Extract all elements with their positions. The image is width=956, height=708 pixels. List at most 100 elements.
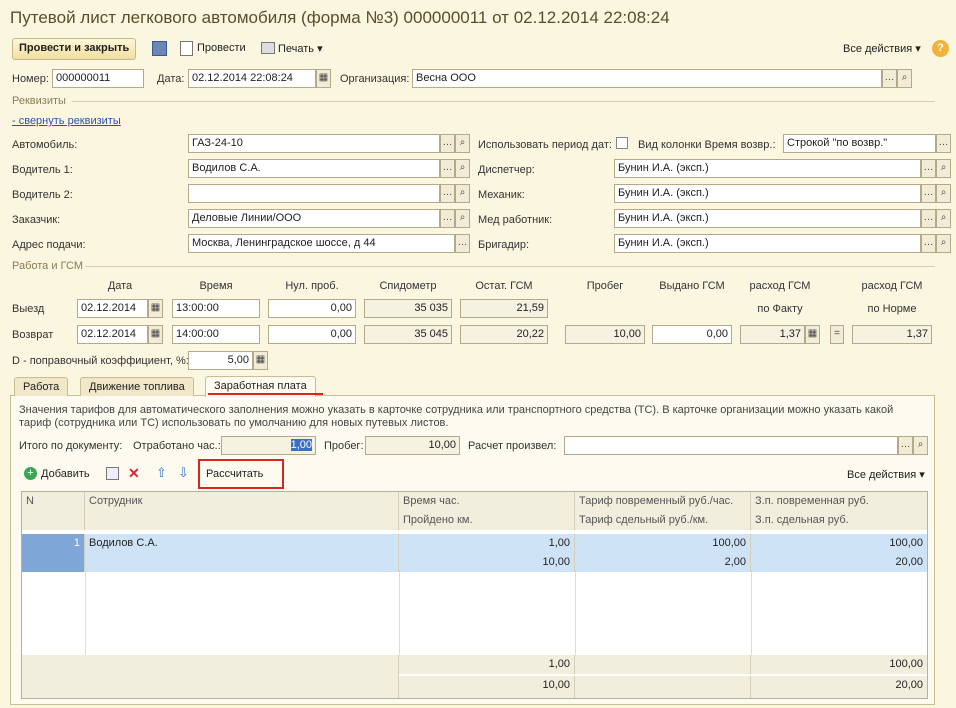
col-issued-header: Выдано ГСМ [659,280,725,292]
out-date-field[interactable]: 02.12.2014 [77,299,148,318]
arrow-up-icon[interactable]: ⇧ [156,465,167,481]
col-view-select-icon[interactable]: … [936,134,951,153]
out-speedo-field[interactable]: 35 035 [364,299,452,318]
row-pay2[interactable]: 20,00 [751,553,927,572]
collapse-requisites-link[interactable]: - свернуть реквизиты [12,115,121,127]
org-field[interactable]: Весна ООО [412,69,882,88]
out-fuel-field[interactable]: 21,59 [460,299,548,318]
add-button[interactable]: Добавить [41,468,90,480]
tab-highlight-underline [208,393,323,395]
print-icon [261,42,275,54]
out-date-calendar-icon[interactable]: ▦ [148,299,163,318]
customer-field[interactable]: Деловые Линии/ООО [188,209,440,228]
salary-all-actions-menu[interactable]: Все действия ▾ [847,468,925,481]
car-search-icon[interactable]: ⌕ [455,134,470,153]
norm-field[interactable]: 1,37 [852,325,932,344]
foreman-label: Бригадир: [478,239,530,251]
row-hours[interactable]: 1,00 [399,534,575,553]
equals-button[interactable]: = [830,325,844,344]
all-actions-menu[interactable]: Все действия ▾ [843,42,921,55]
mechanic-select-icon[interactable]: … [921,184,936,203]
org-search-icon[interactable]: ⌕ [897,69,912,88]
tab-work[interactable]: Работа [14,377,69,396]
arrow-down-icon[interactable]: ⇩ [178,465,189,481]
print-menu[interactable]: Печать ▾ [278,42,323,55]
return-speedo-field[interactable]: 35 045 [364,325,452,344]
help-icon[interactable]: ? [932,40,949,57]
col-hours-header[interactable]: Время час. [399,492,575,511]
foreman-search-icon[interactable]: ⌕ [936,234,951,253]
date-label: Дата: [157,73,185,85]
calculator-icon[interactable]: ▦ [805,325,820,344]
customer-select-icon[interactable]: … [440,209,455,228]
fact-field[interactable]: 1,37 [740,325,805,344]
foreman-select-icon[interactable]: … [921,234,936,253]
car-field[interactable]: ГАЗ-24-10 [188,134,440,153]
coef-field[interactable]: 5,00 [188,351,253,370]
car-select-icon[interactable]: … [440,134,455,153]
col-employee-header[interactable]: Сотрудник [85,492,399,530]
delete-icon[interactable]: ✕ [128,465,140,482]
calc-by-search-icon[interactable]: ⌕ [913,436,928,455]
calc-by-field[interactable] [564,436,898,455]
calendar-icon[interactable]: ▦ [316,69,331,88]
address-field[interactable]: Москва, Ленинградское шоссе, д 44 [188,234,455,253]
return-zero-field[interactable]: 0,00 [268,325,356,344]
driver2-select-icon[interactable]: … [440,184,455,203]
issued-field[interactable]: 0,00 [652,325,732,344]
col-rate2-header[interactable]: Тариф сдельный руб./км. [575,511,751,530]
medic-field[interactable]: Бунин И.А. (эксп.) [614,209,921,228]
row-rate[interactable]: 100,00 [575,534,751,553]
col-norm-header-2: по Норме [867,303,917,315]
dispatcher-select-icon[interactable]: … [921,159,936,178]
save-icon[interactable] [152,41,167,56]
col-km-header[interactable]: Пройдено км. [399,511,575,530]
foreman-field[interactable]: Бунин И.А. (эксп.) [614,234,921,253]
driver2-search-icon[interactable]: ⌕ [455,184,470,203]
coef-calculator-icon[interactable]: ▦ [253,351,268,370]
driver1-search-icon[interactable]: ⌕ [455,159,470,178]
row-km[interactable]: 10,00 [399,553,575,572]
worked-field[interactable]: 1,00 [221,436,316,455]
mechanic-search-icon[interactable]: ⌕ [936,184,951,203]
out-time-field[interactable]: 13:00:00 [172,299,260,318]
return-date-field[interactable]: 02.12.2014 [77,325,148,344]
use-period-checkbox[interactable] [616,137,628,149]
date-field[interactable]: 02.12.2014 22:08:24 [188,69,316,88]
number-field[interactable]: 000000011 [52,69,144,88]
post-and-close-button[interactable]: Провести и закрыть [12,38,137,60]
col-pay-header[interactable]: З.п. повременная руб. [751,492,927,511]
row-number[interactable]: 1 [22,534,85,572]
driver1-field[interactable]: Водилов С.А. [188,159,440,178]
org-select-icon[interactable]: … [882,69,897,88]
out-zero-field[interactable]: 0,00 [268,299,356,318]
medic-search-icon[interactable]: ⌕ [936,209,951,228]
return-time-field[interactable]: 14:00:00 [172,325,260,344]
post-button[interactable]: Провести [197,42,246,54]
dispatcher-search-icon[interactable]: ⌕ [936,159,951,178]
mechanic-field[interactable]: Бунин И.А. (эксп.) [614,184,921,203]
address-select-icon[interactable]: … [455,234,470,253]
row-rate2[interactable]: 2,00 [575,553,751,572]
salary-run-field[interactable]: 10,00 [365,436,460,455]
col-n-header[interactable]: N [22,492,85,530]
dispatcher-field[interactable]: Бунин И.А. (эксп.) [614,159,921,178]
driver2-field[interactable] [188,184,440,203]
customer-search-icon[interactable]: ⌕ [455,209,470,228]
salary-table[interactable]: N Сотрудник Время час. Тариф повременный… [21,491,928,699]
tab-fuel-movement[interactable]: Движение топлива [80,377,194,396]
worked-label: Отработано час.: [133,440,221,452]
section-divider [85,266,935,267]
col-rate-header[interactable]: Тариф повременный руб./час. [575,492,751,511]
run-field[interactable]: 10,00 [565,325,645,344]
row-employee[interactable]: Водилов С.А. [85,534,399,572]
row-pay[interactable]: 100,00 [751,534,927,553]
medic-select-icon[interactable]: … [921,209,936,228]
driver1-select-icon[interactable]: … [440,159,455,178]
col-pay2-header[interactable]: З.п. сдельная руб. [751,511,927,530]
return-date-calendar-icon[interactable]: ▦ [148,325,163,344]
return-fuel-field[interactable]: 20,22 [460,325,548,344]
calc-by-select-icon[interactable]: … [898,436,913,455]
copy-icon[interactable] [106,467,119,480]
col-view-field[interactable]: Строкой "по возвр." [783,134,936,153]
